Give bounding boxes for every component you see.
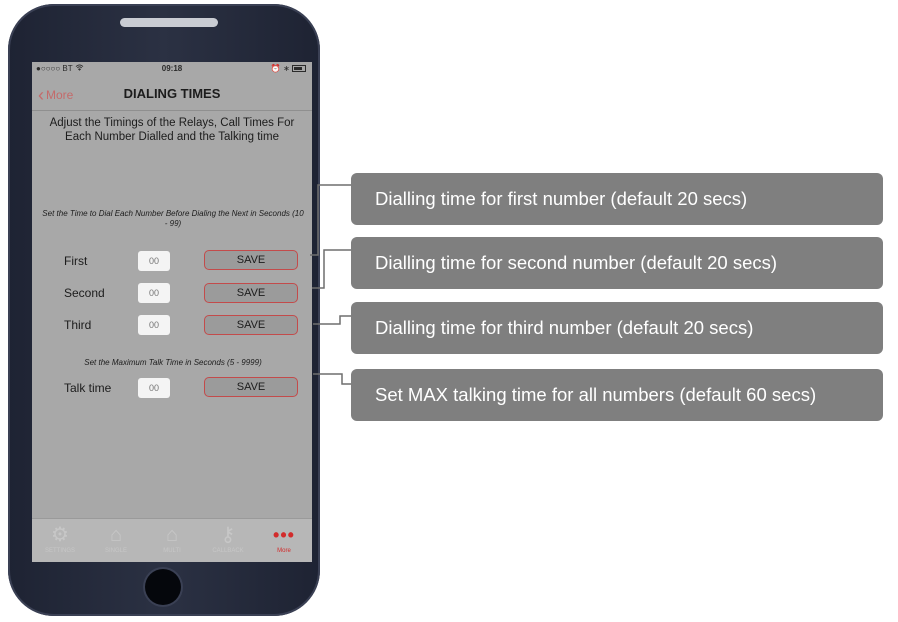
talk-time-input[interactable] (138, 378, 170, 398)
multi-house-icon: ⌂ (165, 524, 179, 546)
first-time-input[interactable] (138, 251, 170, 271)
phone-frame: ●○○○○ BT 09:18 ⏰ ∗ ‹ More DIALING TIMES A… (8, 4, 320, 616)
callout-first-number: Dialling time for first number (default … (351, 173, 883, 225)
callout-third-number: Dialling time for third number (default … (351, 302, 883, 354)
save-talk-time-button[interactable]: SAVE (204, 377, 298, 397)
third-time-input[interactable] (138, 315, 170, 335)
tab-more[interactable]: ••• More (256, 523, 312, 554)
second-time-input[interactable] (138, 283, 170, 303)
talk-time-label: Talk time (64, 381, 112, 395)
alarm-icon: ⏰ (270, 64, 281, 73)
tab-callback[interactable]: ⚷ CALLBACK (200, 523, 256, 554)
dial-time-hint: Set the Time to Dial Each Number Before … (42, 209, 304, 228)
status-icons: ⏰ ∗ (271, 64, 306, 73)
callout-talk-time: Set MAX talking time for all numbers (de… (351, 369, 883, 421)
speaker-grille (120, 18, 218, 27)
bluetooth-icon: ∗ (283, 64, 290, 73)
first-label: First (64, 254, 88, 268)
page-description: Adjust the Timings of the Relays, Call T… (49, 117, 295, 143)
page-title: DIALING TIMES (123, 86, 221, 101)
tab-multi[interactable]: ⌂ MULTI (144, 523, 200, 554)
battery-icon (292, 65, 306, 73)
more-dots-icon: ••• (273, 525, 295, 545)
save-third-button[interactable]: SAVE (204, 315, 298, 335)
save-first-button[interactable]: SAVE (204, 250, 298, 270)
tab-settings[interactable]: ⚙ SETTINGS (32, 523, 88, 554)
app-screen: ●○○○○ BT 09:18 ⏰ ∗ ‹ More DIALING TIMES A… (32, 62, 312, 562)
home-button[interactable] (145, 569, 181, 605)
save-second-button[interactable]: SAVE (204, 283, 298, 303)
callout-second-number: Dialling time for second number (default… (351, 237, 883, 289)
status-bar: ●○○○○ BT 09:18 ⏰ ∗ (32, 62, 312, 76)
key-icon: ⚷ (220, 524, 236, 546)
tab-single[interactable]: ⌂ SINGLE (88, 523, 144, 554)
talk-time-hint: Set the Maximum Talk Time in Seconds (5 … (84, 358, 262, 367)
navigation-bar: ‹ More DIALING TIMES (32, 76, 312, 111)
tab-bar: ⚙ SETTINGS ⌂ SINGLE ⌂ MULTI ⚷ CALLBACK •… (32, 518, 312, 562)
second-label: Second (64, 286, 105, 300)
third-label: Third (64, 318, 92, 332)
house-icon: ⌂ (109, 524, 123, 546)
gear-icon: ⚙ (51, 524, 69, 546)
